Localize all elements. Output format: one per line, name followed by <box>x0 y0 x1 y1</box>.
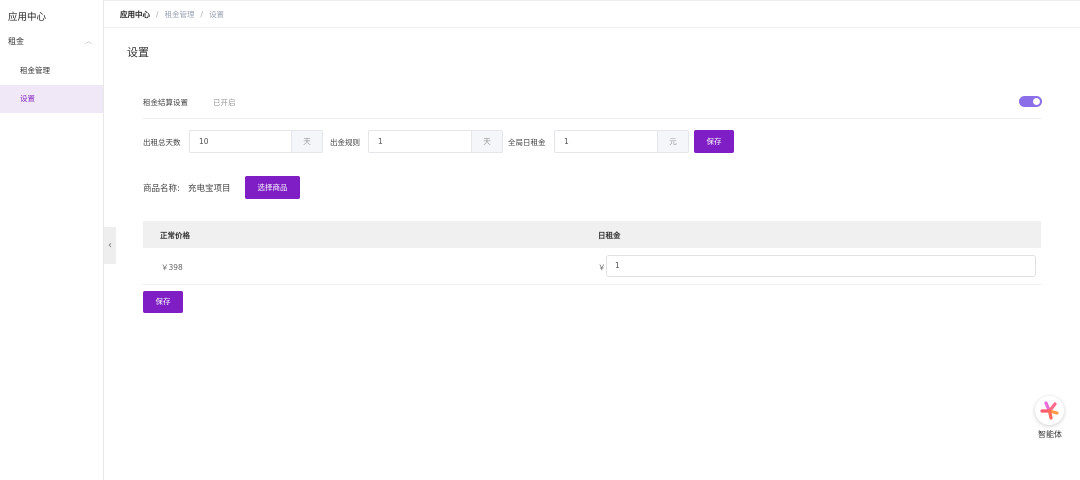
menu-group-rent[interactable]: 租金 <box>8 36 24 47</box>
agent-label: 智能体 <box>1038 430 1062 439</box>
product-name: 充电宝项目 <box>188 184 231 194</box>
table-header: 正常价格 日租金 <box>143 221 1041 248</box>
breadcrumb-item[interactable]: 租金管理 <box>165 10 195 19</box>
topbar: 应用中心 / 租金管理 / 设置 <box>104 0 1080 28</box>
currency-symbol: ￥ <box>598 263 606 272</box>
sidebar-item-settings[interactable]: 设置 <box>0 85 103 113</box>
agent-button[interactable] <box>1035 396 1064 425</box>
daily-rent-input[interactable]: 1 <box>606 255 1036 277</box>
suffix: 天 <box>291 131 322 152</box>
product-label: 商品名称: <box>143 184 180 194</box>
divider <box>143 118 1041 119</box>
total-days-value[interactable]: 10 <box>190 131 291 152</box>
breadcrumb-item: 设置 <box>209 10 225 19</box>
suffix: 天 <box>471 131 502 152</box>
app-title: 应用中心 <box>8 12 47 23</box>
column-header: 日租金 <box>598 231 621 240</box>
settle-toggle[interactable] <box>1019 96 1042 107</box>
sidebar: 应用中心 租金 ︿ 租金管理 设置 <box>0 0 104 480</box>
settle-status: 已开启 <box>213 98 236 107</box>
page-title: 设置 <box>127 46 149 59</box>
collapse-sidebar-button[interactable]: ‹ <box>104 227 116 264</box>
rule-input[interactable]: 1天 <box>368 130 503 153</box>
breadcrumb: 应用中心 / 租金管理 / 设置 <box>120 10 225 19</box>
sidebar-item-rent-management[interactable]: 租金管理 <box>0 57 103 85</box>
agent-logo-icon <box>1040 401 1059 420</box>
chevron-up-icon[interactable]: ︿ <box>85 36 92 46</box>
settle-label: 租金结算设置 <box>143 98 188 107</box>
save-button[interactable]: 保存 <box>143 291 183 313</box>
divider <box>143 284 1041 285</box>
daily-input[interactable]: 1元 <box>554 130 689 153</box>
breadcrumb-item[interactable]: 应用中心 <box>120 10 150 19</box>
total-days-label: 出租总天数 <box>143 138 181 147</box>
rule-value[interactable]: 1 <box>369 131 471 152</box>
rule-label: 出金规则 <box>330 138 360 147</box>
form-save-button[interactable]: 保存 <box>694 130 734 153</box>
suffix: 元 <box>657 131 688 152</box>
column-header: 正常价格 <box>160 231 190 240</box>
chevron-left-icon: ‹ <box>108 240 112 251</box>
select-product-button[interactable]: 选择商品 <box>245 176 300 199</box>
daily-value[interactable]: 1 <box>555 131 657 152</box>
price-cell: ￥398 <box>161 263 183 272</box>
daily-label: 全局日租金 <box>508 138 546 147</box>
total-days-input[interactable]: 10 天 <box>189 130 323 153</box>
